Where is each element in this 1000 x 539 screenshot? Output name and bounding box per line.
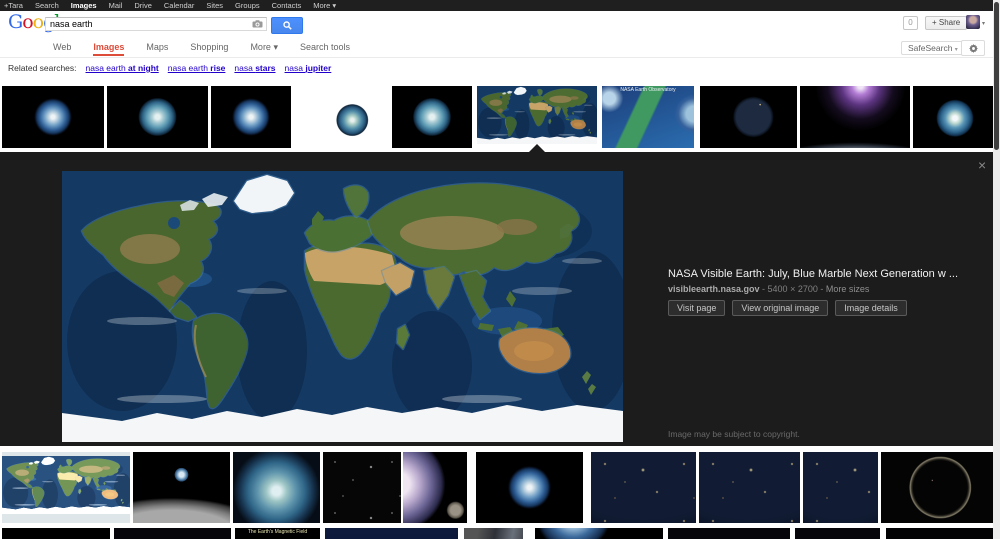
thumbnail-earth-from-space[interactable]: [535, 528, 663, 539]
preview-source-link[interactable]: visibleearth.nasa.gov: [668, 284, 760, 294]
share-button[interactable]: + Share: [925, 16, 967, 30]
scrollbar[interactable]: [993, 0, 1000, 539]
thumbnail-north-america-at-night[interactable]: [699, 452, 800, 523]
related-bold: at night: [128, 63, 159, 73]
image-preview-panel: × NASA Visible Earth: July, Blue Marble …: [0, 152, 1000, 446]
thumbnail-earth-horizon-flare[interactable]: [800, 86, 910, 148]
visit-page-button[interactable]: Visit page: [668, 300, 725, 316]
topbar-item-sites[interactable]: Sites: [206, 1, 223, 10]
thumbnail-earth-magnetic-field[interactable]: The Earth's Magnetic Field: [235, 528, 320, 539]
thumbnail-world-map-flat[interactable]: [2, 452, 130, 523]
preview-dimensions: - 5400 × 2700 -: [760, 284, 826, 294]
thumbnail-earth-globe-clouds[interactable]: [392, 86, 472, 148]
thumbnail-dark-space-2[interactable]: [668, 528, 790, 539]
magnifier-icon: [283, 21, 292, 30]
close-preview-icon[interactable]: ×: [978, 158, 986, 172]
logo-letter: o: [33, 11, 43, 33]
related-bold: jupiter: [305, 63, 331, 73]
search-input[interactable]: [45, 17, 267, 31]
topbar-item-more[interactable]: More ▾: [313, 1, 336, 10]
tab-shopping[interactable]: Shopping: [190, 42, 228, 52]
tab-more[interactable]: More ▾: [250, 42, 278, 53]
topbar-item-search[interactable]: Search: [35, 1, 59, 10]
thumbnail-caption: The Earth's Magnetic Field: [235, 529, 320, 535]
related-bold: stars: [255, 63, 275, 73]
topbar-item-tara[interactable]: +Tara: [4, 1, 23, 10]
thumbnail-gray-image[interactable]: [464, 528, 523, 539]
tab-web[interactable]: Web: [53, 42, 71, 52]
related-search-nasa-earth-at-night[interactable]: nasa earth at night: [86, 63, 159, 73]
thumbnail-earth-globe-teal[interactable]: [107, 86, 208, 148]
thumbnail-city-lights-bw[interactable]: [323, 452, 401, 523]
tab-maps[interactable]: Maps: [146, 42, 168, 52]
thumbnail-earth-night-crescent[interactable]: [881, 452, 995, 523]
logo-letter: o: [22, 11, 32, 33]
tab-images[interactable]: Images: [93, 42, 124, 56]
thumbnail-earth-globe[interactable]: [211, 86, 291, 148]
preview-meta: visibleearth.nasa.gov - 5400 × 2700 - Mo…: [668, 284, 869, 294]
thumbnail-earth-night-side[interactable]: [700, 86, 797, 148]
thumbnail-dark-blue-earth[interactable]: [325, 528, 458, 539]
topbar-item-contacts[interactable]: Contacts: [272, 1, 302, 10]
logo-letter: G: [8, 11, 22, 33]
tabs-row: WebImagesMapsShoppingMore ▾Search tools …: [0, 38, 1000, 58]
thumbnail-earth-globe-pacific[interactable]: [476, 452, 583, 523]
topbar-item-images[interactable]: Images: [71, 1, 97, 10]
thumbnail-earth-and-moon-purple[interactable]: [403, 452, 467, 523]
avatar-caret-icon: ▾: [982, 20, 985, 27]
search-by-image-camera-icon[interactable]: [252, 20, 263, 28]
search-button[interactable]: [271, 17, 303, 34]
map-image: [2, 456, 130, 514]
thumbnail-space-glow[interactable]: [2, 528, 110, 539]
selected-map-image: [477, 86, 598, 144]
thumbnail-earthrise-over-moon[interactable]: [133, 452, 230, 523]
thumbnail-earth-globe-closeup[interactable]: [233, 452, 320, 523]
topbar-item-groups[interactable]: Groups: [235, 1, 260, 10]
safesearch-label: SafeSearch: [908, 43, 952, 53]
thumbnail-europe-at-night[interactable]: [591, 452, 696, 523]
related-searches: Related searches: nasa earth at nightnas…: [8, 63, 331, 73]
scrollbar-thumb[interactable]: [994, 2, 999, 150]
related-search-nasa-jupiter[interactable]: nasa jupiter: [285, 63, 332, 73]
safesearch-caret-icon: ▾: [955, 47, 958, 53]
thumbnail-world-map-selected[interactable]: [475, 86, 600, 148]
gear-icon: [969, 44, 978, 53]
tab-search-tools[interactable]: Search tools: [300, 42, 350, 52]
related-plain: nasa: [234, 63, 255, 73]
preview-buttons: Visit page View original image Image detai…: [668, 300, 907, 316]
selected-thumbnail-caret: [529, 144, 545, 152]
thumbnail-dark-space[interactable]: [114, 528, 231, 539]
topbar: +Tara Search Images Mail Drive Calendar Sites G…: [0, 0, 1000, 11]
image-details-button[interactable]: Image details: [835, 300, 907, 316]
google-images-page: +Tara Search Images Mail Drive Calendar Sites G…: [0, 0, 1000, 539]
thumbnail-dark-space-3[interactable]: [795, 528, 880, 539]
thumbnail-dark-space-4[interactable]: [886, 528, 995, 539]
safesearch-dropdown[interactable]: SafeSearch ▾: [901, 41, 965, 55]
related-search-nasa-earth-rise[interactable]: nasa earth rise: [168, 63, 226, 73]
thumbnail-earth-blue-marble[interactable]: [2, 86, 104, 148]
thumbnail-caption: NASA Earth Observatory: [602, 87, 694, 93]
related-plain: nasa earth: [168, 63, 211, 73]
related-searches-label: Related searches:: [8, 63, 77, 73]
preview-image-world-map[interactable]: [62, 171, 623, 442]
related-bold: rise: [210, 63, 225, 73]
topbar-item-calendar[interactable]: Calendar: [164, 1, 194, 10]
preview-title[interactable]: NASA Visible Earth: July, Blue Marble Ne…: [668, 268, 983, 280]
thumbnail-earth-globe-americas[interactable]: [913, 86, 997, 148]
topbar-item-mail[interactable]: Mail: [109, 1, 123, 10]
copyright-note: Image may be subject to copyright.: [668, 429, 800, 439]
avatar[interactable]: [966, 15, 980, 29]
settings-gear-button[interactable]: [961, 40, 985, 56]
thumbnail-europe-at-night-2[interactable]: [803, 452, 878, 523]
more-sizes-link[interactable]: More sizes: [826, 284, 870, 294]
notifications-button[interactable]: 0: [903, 16, 918, 30]
tabs: Web Images Maps Shopping More ▾ Search tools: [53, 38, 350, 56]
related-plain: nasa: [285, 63, 306, 73]
view-original-image-button[interactable]: View original image: [732, 300, 828, 316]
topbar-item-drive[interactable]: Drive: [134, 1, 152, 10]
thumbnail-earth-with-moon[interactable]: [294, 86, 388, 148]
related-plain: nasa earth: [86, 63, 129, 73]
related-search-nasa-stars[interactable]: nasa stars: [234, 63, 275, 73]
thumbnail-nasa-earth-observatory-poster[interactable]: NASA Earth Observatory: [602, 86, 694, 148]
